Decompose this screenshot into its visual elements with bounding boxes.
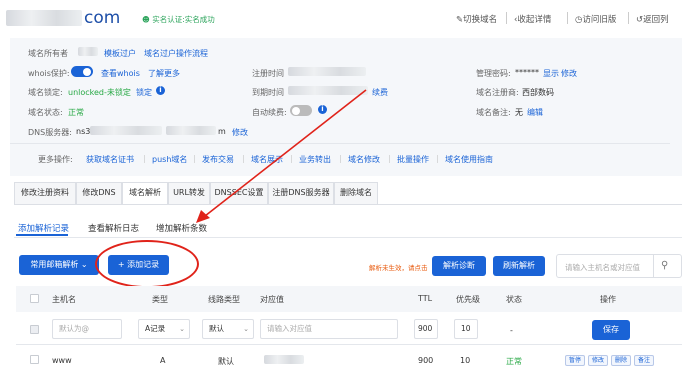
table-header: 主机名 类型 线路类型 对应值 TTL 优先级 状态 操作 xyxy=(16,286,682,312)
col-ttl: TTL xyxy=(418,294,433,303)
row-status: 正常 xyxy=(506,357,522,366)
line-select[interactable]: 默认 ⌄ xyxy=(202,319,254,339)
priority-input[interactable]: 10 xyxy=(454,319,478,339)
value-input[interactable]: 请输入对应值 xyxy=(260,319,398,339)
row-host: www xyxy=(52,356,72,365)
chevron-down-icon: ⌄ xyxy=(243,325,249,333)
col-value: 对应值 xyxy=(260,295,284,304)
type-select[interactable]: A记录 ⌄ xyxy=(138,319,190,339)
new-row-status: - xyxy=(510,326,513,335)
chevron-down-icon: ⌄ xyxy=(179,325,185,333)
host-input[interactable]: 默认为@ xyxy=(52,319,122,339)
save-button[interactable]: 保存 xyxy=(592,320,630,340)
col-status: 状态 xyxy=(506,295,522,304)
ttl-input[interactable]: 900 xyxy=(414,319,438,339)
row-checkbox[interactable] xyxy=(30,355,39,364)
edit-button[interactable]: 修改 xyxy=(588,355,609,366)
delete-button[interactable]: 删除 xyxy=(611,355,632,366)
row-priority: 10 xyxy=(460,356,471,365)
row-ttl: 900 xyxy=(418,356,434,365)
select-all-checkbox[interactable] xyxy=(30,294,39,303)
pause-button[interactable]: 暂停 xyxy=(565,355,586,366)
new-row-checkbox xyxy=(30,325,39,334)
col-host: 主机名 xyxy=(52,295,76,304)
row-line: 默认 xyxy=(218,357,234,366)
row-divider xyxy=(16,344,682,345)
col-line: 线路类型 xyxy=(208,295,240,304)
col-type: 类型 xyxy=(152,295,168,304)
col-priority: 优先级 xyxy=(456,295,480,304)
remark-button[interactable]: 备注 xyxy=(634,355,655,366)
col-actions: 操作 xyxy=(600,295,616,304)
annotation-arrow xyxy=(196,89,367,223)
row-type: A xyxy=(160,356,166,365)
row-value-redacted xyxy=(264,355,304,364)
